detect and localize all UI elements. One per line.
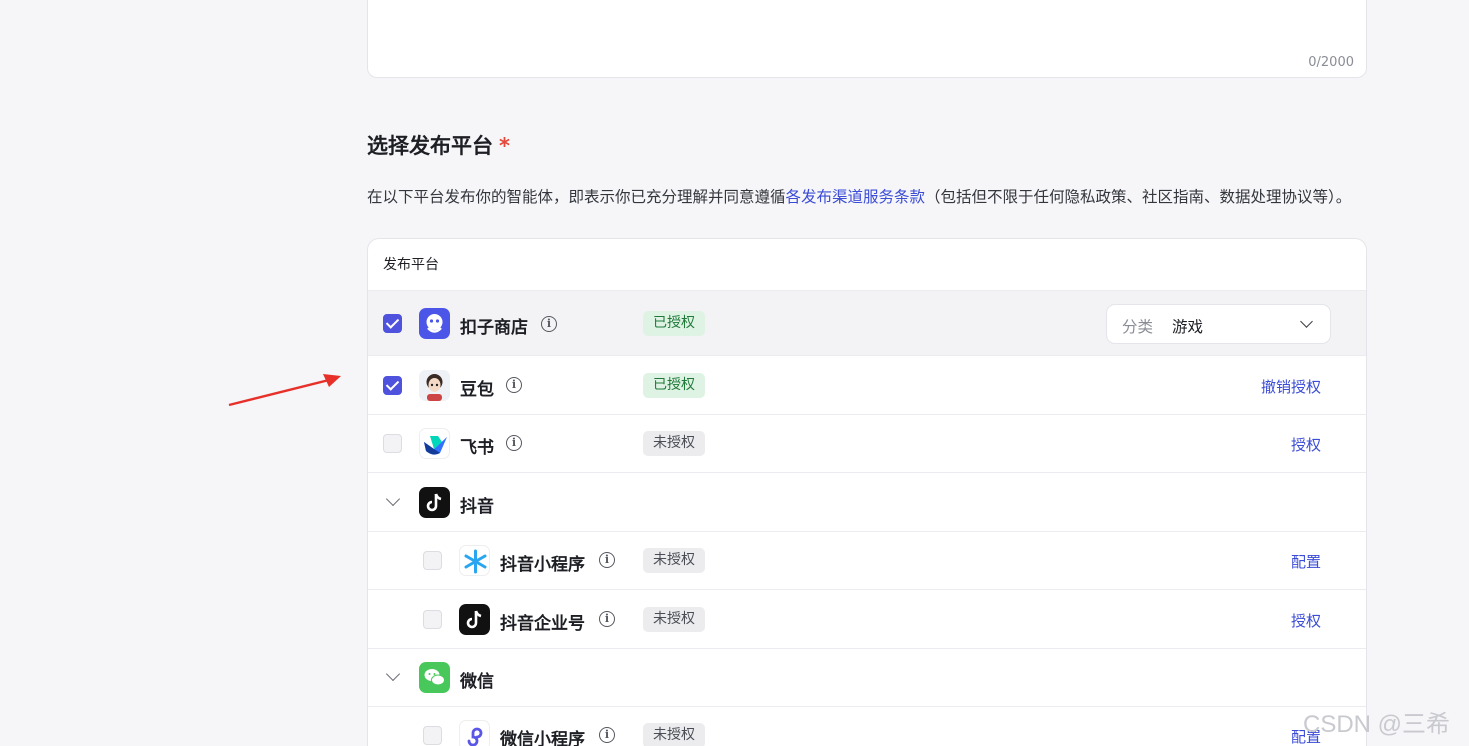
revoke-auth-link[interactable]: 撤销授权 [1261,376,1321,397]
section-title-text: 选择发布平台 [367,134,493,158]
info-icon[interactable]: i [506,377,522,393]
status-badge: 未授权 [643,548,705,573]
platform-row-douyin-enterprise[interactable]: 抖音企业号 i 未授权 授权 [368,590,1366,649]
info-icon[interactable]: i [506,435,522,451]
platform-group-wechat[interactable]: 微信 [368,649,1366,707]
terms-description: 在以下平台发布你的智能体，即表示你已充分理解并同意遵循各发布渠道服务条款（包括但… [367,182,1367,213]
platform-name: 微信 [460,672,494,692]
checkbox-coze-store[interactable] [383,314,402,333]
platform-name: 抖音企业号 [500,614,585,634]
checkbox-douyin-enterprise[interactable] [423,610,442,629]
status-badge: 未授权 [643,723,705,746]
authorize-link[interactable]: 授权 [1291,434,1321,455]
platform-name: 抖音 [460,497,494,517]
platform-row-coze-store[interactable]: 扣子商店 i 已授权 分类 游戏 [368,291,1366,356]
table-header: 发布平台 [368,239,1366,291]
chevron-down-icon[interactable] [385,666,401,682]
status-badge: 已授权 [643,373,705,398]
info-icon[interactable]: i [599,552,615,568]
desc-after: （包括但不限于任何隐私政策、社区指南、数据处理协议等）。 [925,188,1352,206]
platform-row-feishu[interactable]: 飞书 i 未授权 授权 [368,415,1366,473]
info-icon[interactable]: i [599,727,615,743]
desc-before: 在以下平台发布你的智能体，即表示你已充分理解并同意遵循 [367,188,786,206]
category-label: 分类 [1122,318,1154,336]
red-arrow-annotation [228,374,341,407]
section-title: 选择发布平台 * [367,130,510,160]
platform-name: 扣子商店 [460,318,528,338]
platform-name: 抖音小程序 [500,555,585,575]
chevron-down-icon [1300,315,1313,328]
doubao-icon [419,370,450,401]
checkbox-feishu[interactable] [383,434,402,453]
platform-row-doubao[interactable]: 豆包 i 已授权 撤销授权 [368,356,1366,415]
platform-name: 豆包 [460,380,494,400]
platform-row-douyin-miniapp[interactable]: 抖音小程序 i 未授权 配置 [368,532,1366,590]
category-select[interactable]: 分类 游戏 [1106,304,1331,344]
checkbox-douyin-miniapp[interactable] [423,551,442,570]
wechat-icon [419,662,450,693]
wechat-miniapp-icon [459,720,490,746]
description-textarea[interactable]: 0/2000 [367,0,1367,78]
checkbox-wechat-miniapp[interactable] [423,726,442,745]
platform-row-wechat-miniapp[interactable]: 微信小程序 i 未授权 配置 [368,707,1366,746]
chevron-down-icon[interactable] [385,491,401,507]
status-badge: 未授权 [643,607,705,632]
info-icon[interactable]: i [541,316,557,332]
douyin-icon [419,487,450,518]
platform-name: 飞书 [460,438,494,458]
status-badge: 已授权 [643,311,705,336]
info-icon[interactable]: i [599,611,615,627]
douyin-enterprise-icon [459,604,490,635]
authorize-link[interactable]: 授权 [1291,610,1321,631]
configure-link[interactable]: 配置 [1291,551,1321,572]
coze-store-icon [419,308,450,339]
terms-link[interactable]: 各发布渠道服务条款 [786,188,926,206]
feishu-icon [419,428,450,459]
douyin-miniapp-icon [459,545,490,576]
checkbox-doubao[interactable] [383,376,402,395]
watermark: CSDN @三希 [1303,711,1451,738]
char-counter: 0/2000 [1308,55,1354,70]
platform-table: 发布平台 扣子商店 i 已授权 分类 游戏 豆包 i 已授权 撤销授权 飞书 i [367,238,1367,746]
category-value: 游戏 [1172,318,1204,336]
platform-group-douyin[interactable]: 抖音 [368,473,1366,532]
required-mark: * [499,134,510,158]
status-badge: 未授权 [643,431,705,456]
platform-name: 微信小程序 [500,730,585,746]
